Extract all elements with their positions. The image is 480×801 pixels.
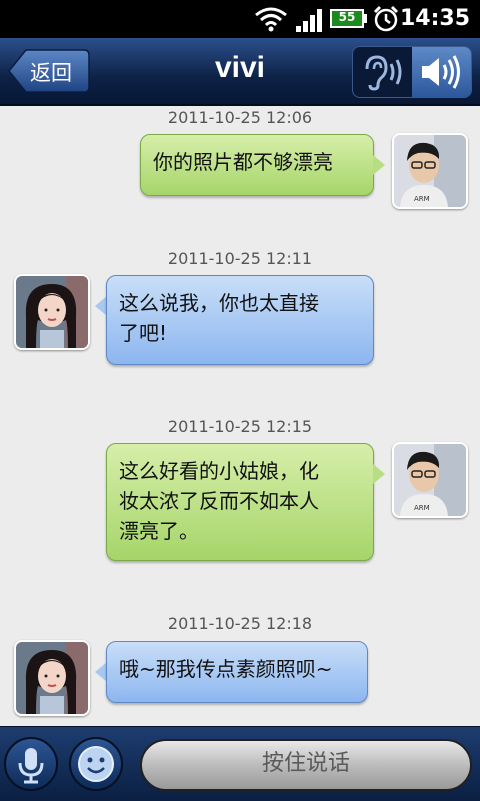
message-timestamp: 2011-10-25 12:11: [167, 249, 313, 268]
bubble-tail: [373, 464, 385, 484]
contact-avatar[interactable]: [14, 640, 90, 716]
avatar-photo-me: ARM: [394, 135, 466, 207]
message-text-line: 妆太浓了反而不如本人: [119, 489, 319, 513]
speaker-icon: [422, 55, 460, 89]
message-text-line: 漂亮了。: [119, 519, 199, 543]
battery-icon: 55: [330, 9, 364, 28]
my-avatar[interactable]: ARM: [392, 442, 468, 518]
clock-time: 14:35: [399, 6, 470, 31]
earpiece-mode-button[interactable]: [353, 47, 412, 97]
svg-text:ARM: ARM: [414, 504, 430, 512]
ear-icon: [365, 55, 402, 91]
microphone-icon: [18, 748, 44, 784]
speaker-mode-button[interactable]: [412, 47, 471, 97]
battery-tip-icon: [364, 14, 367, 23]
message-text-line: 了吧!: [119, 321, 168, 345]
message-text-line: 这么好看的小姑娘，化: [119, 459, 319, 483]
message-timestamp: 2011-10-25 12:18: [167, 614, 313, 633]
hold-to-talk-button[interactable]: 按住说话: [140, 739, 472, 791]
avatar-photo-vivi: [16, 642, 88, 714]
title-bar: 返回 vivi: [0, 38, 480, 106]
input-bar: 按住说话: [0, 726, 480, 801]
contact-avatar[interactable]: [14, 274, 90, 350]
avatar-photo-vivi: [16, 276, 88, 348]
avatar-photo-me: ARM: [394, 444, 466, 516]
chat-area[interactable]: 2011-10-25 12:06 ARM 你的照片都不够漂亮 2011-10-2…: [0, 106, 480, 726]
message-bubble-received[interactable]: 哦~那我传点素颜照呗~: [106, 641, 368, 703]
message-text: 你的照片都不够漂亮: [153, 150, 333, 174]
signal-icon: [296, 9, 322, 32]
wifi-icon: [255, 7, 287, 32]
message-bubble-sent[interactable]: 你的照片都不够漂亮: [140, 134, 374, 196]
message-bubble-received[interactable]: 这么说我，你也太直接 了吧!: [106, 275, 374, 365]
message-text-line: 这么说我，你也太直接: [119, 291, 319, 315]
message-bubble-sent[interactable]: 这么好看的小姑娘，化 妆太浓了反而不如本人 漂亮了。: [106, 443, 374, 561]
message-text: 哦~那我传点素颜照呗~: [119, 657, 333, 681]
my-avatar[interactable]: ARM: [392, 133, 468, 209]
voice-input-button[interactable]: [4, 737, 58, 791]
status-bar: 55 14:35: [0, 0, 480, 38]
alarm-clock-icon: [373, 5, 399, 32]
battery-level: 55: [338, 10, 356, 24]
message-timestamp: 2011-10-25 12:15: [167, 417, 313, 436]
bubble-tail: [373, 155, 385, 175]
message-timestamp: 2011-10-25 12:06: [167, 108, 313, 127]
emoji-button[interactable]: [69, 737, 123, 791]
audio-mode-toggle: [352, 46, 472, 98]
smiley-icon: [78, 746, 114, 782]
svg-text:ARM: ARM: [414, 195, 430, 203]
